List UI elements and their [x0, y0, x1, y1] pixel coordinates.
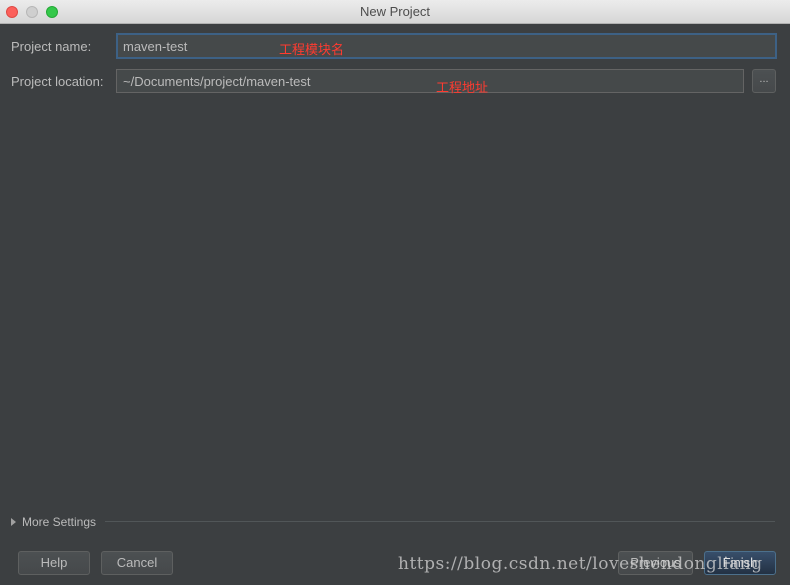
help-button[interactable]: Help	[18, 551, 90, 575]
more-settings-toggle[interactable]: More Settings	[11, 515, 96, 529]
watermark-text: https://blog.csdn.net/loveshendongliang	[398, 554, 763, 574]
expand-triangle-icon	[11, 518, 16, 526]
project-name-annotation: 工程模块名	[279, 43, 345, 58]
project-location-annotation: 工程地址	[436, 81, 489, 96]
title-bar: New Project	[0, 0, 790, 24]
project-name-label: Project name:	[11, 39, 92, 54]
more-settings-divider	[105, 521, 775, 522]
project-location-input[interactable]: ~/Documents/project/maven-test	[116, 69, 744, 93]
browse-location-button[interactable]: ...	[752, 69, 776, 93]
cancel-button[interactable]: Cancel	[101, 551, 173, 575]
project-name-input[interactable]: maven-test	[116, 33, 777, 59]
window-title: New Project	[359, 4, 431, 19]
project-location-label: Project location:	[11, 74, 104, 89]
new-project-dialog: New Project Project name: maven-test 工程模…	[0, 0, 790, 585]
project-name-value: maven-test	[123, 39, 188, 54]
project-location-value: ~/Documents/project/maven-test	[123, 74, 311, 89]
more-settings-label: More Settings	[22, 515, 97, 529]
